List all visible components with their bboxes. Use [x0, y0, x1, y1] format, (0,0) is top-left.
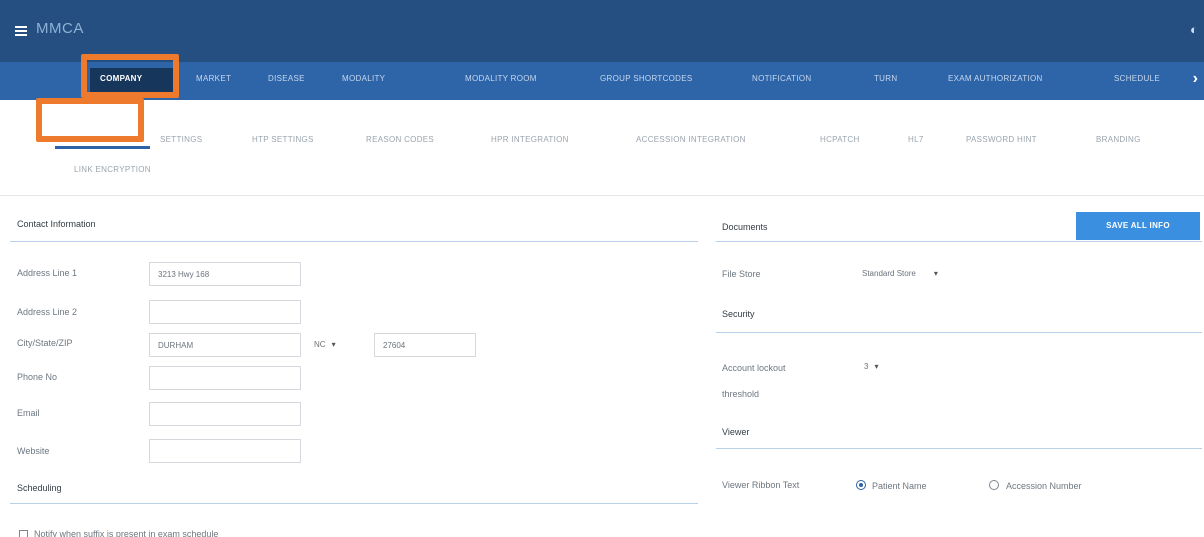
nav-item-notification[interactable]: NOTIFICATION	[752, 74, 811, 83]
security-title: Security	[722, 309, 755, 319]
tab-branding[interactable]: BRANDING	[1096, 135, 1141, 144]
city-input[interactable]	[149, 333, 301, 357]
lockout-threshold-label: threshold	[722, 389, 760, 399]
file-store-select[interactable]: Standard Store ▾	[856, 262, 988, 286]
nav-item-disease[interactable]: DISEASE	[268, 74, 305, 83]
lockout-select[interactable]: 3 ▾	[858, 355, 904, 379]
nav-item-group-shortcodes[interactable]: GROUP SHORTCODES	[600, 74, 693, 83]
tab-accession-integration[interactable]: ACCESSION INTEGRATION	[636, 135, 746, 144]
state-value: NC	[314, 340, 326, 349]
lockout-value: 3	[864, 362, 869, 371]
website-label: Website	[17, 446, 50, 456]
nav-item-schedule[interactable]: SCHEDULE	[1114, 74, 1160, 83]
email-label: Email	[17, 408, 40, 418]
app-window: MMCA ◐ COMPANY MARKET DISEASE MODALITY M…	[0, 0, 1204, 537]
tab-password-hint[interactable]: PASSWORD HINT	[966, 135, 1037, 144]
highlight-company	[81, 54, 179, 98]
tab-settings[interactable]: SETTINGS	[160, 135, 202, 144]
highlight-general	[36, 98, 144, 142]
security-divider	[716, 332, 1202, 333]
tab-reason-codes[interactable]: REASON CODES	[366, 135, 434, 144]
radio-patient-name-label: Patient Name	[872, 481, 927, 491]
collapse-icon[interactable]: ◐	[1190, 22, 1200, 37]
file-store-value: Standard Store	[862, 269, 916, 278]
contact-info-title: Contact Information	[17, 219, 96, 229]
brand-logo: MMCA	[36, 20, 84, 37]
address1-label: Address Line 1	[17, 268, 78, 278]
phone-label: Phone No	[17, 372, 58, 382]
lockout-label: Account lockout	[722, 363, 786, 373]
tab-hl7[interactable]: HL7	[908, 135, 924, 144]
contact-info-divider	[10, 241, 698, 242]
tab-active-underline	[55, 146, 150, 149]
save-all-button[interactable]: SAVE ALL INFO	[1076, 212, 1200, 240]
tab-hcpatch[interactable]: HCPATCH	[820, 135, 860, 144]
chevron-down-icon: ▾	[933, 269, 938, 278]
scheduling-title: Scheduling	[17, 483, 62, 493]
tab-htp-settings[interactable]: HTP SETTINGS	[252, 135, 314, 144]
phone-input[interactable]	[149, 366, 301, 390]
documents-divider	[716, 241, 1202, 242]
chevron-right-icon[interactable]: ›	[1193, 70, 1198, 88]
nav-item-market[interactable]: MARKET	[196, 74, 231, 83]
divider	[0, 195, 1204, 196]
city-state-zip-label: City/State/ZIP	[17, 338, 73, 348]
file-store-label: File Store	[722, 269, 761, 279]
nav-item-exam-authorization[interactable]: EXAM AUTHORIZATION	[948, 74, 1043, 83]
tab-hpr-integration[interactable]: HPR INTEGRATION	[491, 135, 569, 144]
menu-icon[interactable]	[15, 26, 27, 36]
email-input[interactable]	[149, 402, 301, 426]
nav-item-turn[interactable]: TURN	[874, 74, 897, 83]
chevron-down-icon: ▾	[874, 362, 879, 371]
viewer-title: Viewer	[722, 427, 750, 437]
chevron-down-icon: ▾	[331, 340, 336, 349]
radio-accession-number-label: Accession Number	[1006, 481, 1082, 491]
nav-item-modality-room[interactable]: MODALITY ROOM	[465, 74, 537, 83]
main-nav: COMPANY MARKET DISEASE MODALITY MODALITY…	[0, 62, 1204, 100]
radio-patient-name[interactable]	[856, 480, 866, 490]
notify-suffix-checkbox[interactable]	[19, 530, 28, 537]
nav-item-modality[interactable]: MODALITY	[342, 74, 385, 83]
state-select[interactable]: NC ▾	[308, 333, 372, 357]
address2-input[interactable]	[149, 300, 301, 324]
address2-label: Address Line 2	[17, 307, 78, 317]
website-input[interactable]	[149, 439, 301, 463]
radio-accession-number[interactable]	[989, 480, 999, 490]
scheduling-divider	[10, 503, 698, 504]
address1-input[interactable]	[149, 262, 301, 286]
documents-title: Documents	[722, 222, 768, 232]
tab-link-encryption[interactable]: LINK ENCRYPTION	[74, 165, 151, 174]
notify-suffix-label: Notify when suffix is present in exam sc…	[34, 529, 219, 537]
viewer-ribbon-label: Viewer Ribbon Text	[722, 480, 800, 490]
viewer-divider	[716, 448, 1202, 449]
top-bar: MMCA ◐	[0, 0, 1204, 62]
zip-input[interactable]	[374, 333, 476, 357]
